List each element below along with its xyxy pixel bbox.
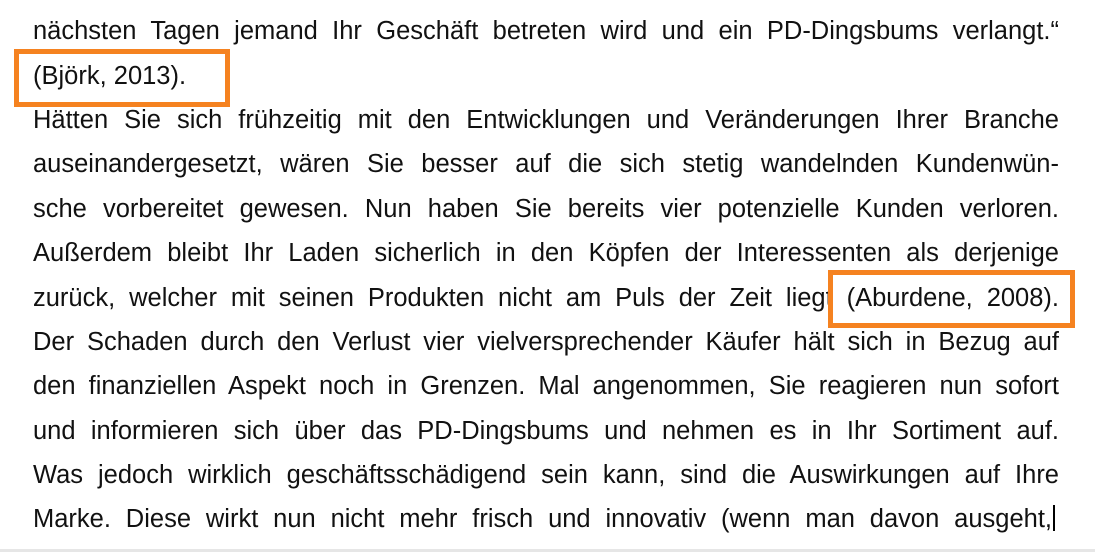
citation-highlight-box xyxy=(828,270,1075,328)
text-line: sche vorbereitet gewesen. Nun haben Sie … xyxy=(33,195,1059,223)
text-line: Was jedoch wirklich geschäftsschädigend … xyxy=(33,461,1059,489)
text-line: nächsten Tagen jemand Ihr Geschäft betre… xyxy=(33,17,1059,45)
text-line: auseinandergesetzt, wären Sie besser auf… xyxy=(33,150,1059,178)
text-line: Außerdem bleibt Ihr Laden sicherlich in … xyxy=(33,239,1059,267)
text-line: den finanziellen Aspekt noch in Grenzen.… xyxy=(33,372,1059,400)
citation-highlight-box xyxy=(14,49,230,107)
text-line: und informieren sich über das PD-Dingsbu… xyxy=(33,417,1059,445)
document-page[interactable]: nächsten Tagen jemand Ihr Geschäft betre… xyxy=(0,0,1095,552)
text-line-content: Marke. Diese wirkt nun nicht mehr frisch… xyxy=(33,505,1052,533)
text-line: Hätten Sie sich frühzeitig mit den Entwi… xyxy=(33,106,1059,134)
text-line: Marke. Diese wirkt nun nicht mehr frisch… xyxy=(33,502,1055,536)
text-cursor xyxy=(1053,505,1055,531)
text-line: Der Schaden durch den Verlust vier vielv… xyxy=(33,328,1059,356)
